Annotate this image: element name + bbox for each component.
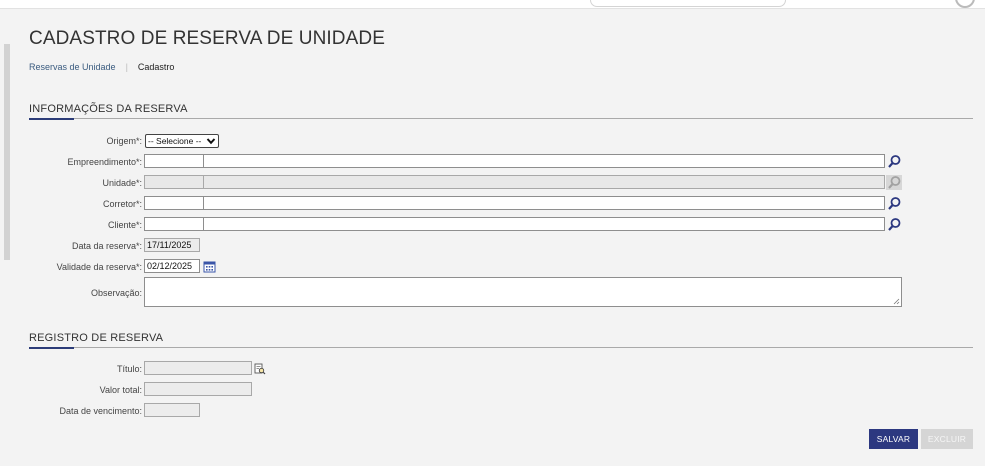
- cliente-code-input[interactable]: [144, 217, 204, 231]
- observacao-textarea[interactable]: [144, 277, 902, 307]
- data-vencimento-label: Data de vencimento:: [59, 406, 142, 416]
- search-icon[interactable]: [886, 217, 902, 232]
- origem-select[interactable]: -- Selecione --: [145, 134, 219, 148]
- data-reserva-label: Data da reserva*:: [71, 241, 142, 251]
- delete-button: EXCLUIR: [921, 429, 973, 449]
- section-header-registro: REGISTRO DE RESERVA: [29, 328, 973, 349]
- data-reserva-field: 17/11/2025: [144, 238, 200, 252]
- section-accent-line: [29, 118, 74, 120]
- breadcrumb-current: Cadastro: [137, 62, 175, 72]
- unidade-code-input: [144, 175, 204, 189]
- empreendimento-label: Empreendimento*:: [67, 157, 142, 167]
- global-search-input[interactable]: [590, 0, 786, 7]
- scrollbar[interactable]: [4, 44, 10, 260]
- section-title: INFORMAÇÕES DA RESERVA: [29, 103, 188, 115]
- cliente-name-input[interactable]: [203, 217, 885, 231]
- unidade-label: Unidade*:: [102, 178, 142, 188]
- calendar-icon[interactable]: [203, 260, 216, 273]
- validade-reserva-label: Validade da reserva*:: [56, 262, 142, 272]
- origem-label: Origem*:: [106, 136, 142, 146]
- valor-total-label: Valor total:: [99, 385, 142, 395]
- titulo-field: [144, 361, 252, 375]
- resize-grip-icon[interactable]: [893, 298, 900, 305]
- cliente-label: Cliente*:: [107, 220, 142, 230]
- section-accent-line: [29, 347, 74, 349]
- search-icon[interactable]: [886, 196, 902, 211]
- save-button[interactable]: SALVAR: [869, 429, 918, 449]
- titulo-label: Título:: [116, 364, 142, 374]
- section-header-reserva: INFORMAÇÕES DA RESERVA: [29, 99, 973, 120]
- search-icon: [886, 175, 902, 190]
- breadcrumb-separator: |: [125, 62, 128, 72]
- data-vencimento-field: [144, 403, 200, 417]
- chevron-down-icon: [206, 138, 216, 145]
- top-bar: [0, 0, 985, 9]
- user-avatar[interactable]: [955, 0, 975, 8]
- corretor-name-input[interactable]: [203, 196, 885, 210]
- breadcrumb-reservas-link[interactable]: Reservas de Unidade: [29, 62, 116, 72]
- unidade-name-input: [203, 175, 885, 189]
- corretor-label: Corretor*:: [102, 199, 142, 209]
- origem-selected-value: -- Selecione --: [148, 136, 202, 146]
- search-icon[interactable]: [886, 154, 902, 169]
- document-search-icon[interactable]: [254, 363, 266, 375]
- empreendimento-code-input[interactable]: [144, 154, 204, 168]
- breadcrumb: Reservas de Unidade | Cadastro: [29, 62, 174, 72]
- validade-reserva-input[interactable]: 02/12/2025: [144, 259, 200, 273]
- corretor-code-input[interactable]: [144, 196, 204, 210]
- valor-total-field: [144, 382, 252, 396]
- section-title: REGISTRO DE RESERVA: [29, 332, 164, 344]
- empreendimento-name-input[interactable]: [203, 154, 885, 168]
- page-title: CADASTRO DE RESERVA DE UNIDADE: [29, 28, 385, 49]
- observacao-label: Observação:: [90, 288, 142, 298]
